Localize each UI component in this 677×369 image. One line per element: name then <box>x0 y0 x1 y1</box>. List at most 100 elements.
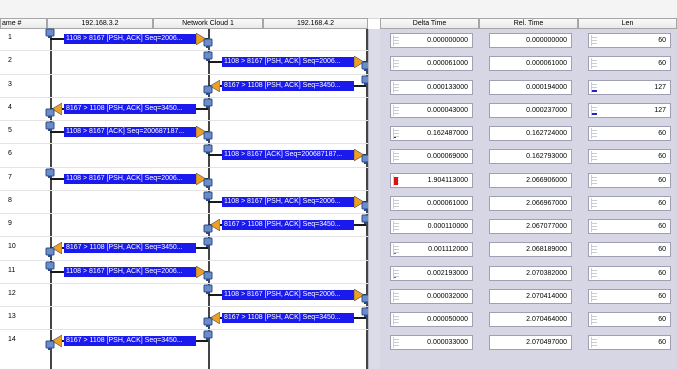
packet-label[interactable]: 1108 > 8167 [PSH, ACK] Seq=2006... <box>64 173 196 184</box>
row-separator <box>0 213 368 214</box>
scale-marks <box>393 197 399 209</box>
rel-cell: 0.162793000 <box>489 149 572 165</box>
flow-arrow[interactable]: 8167 > 1108 [PSH, ACK] Seq=3450... <box>208 79 366 92</box>
len-cell: 60 <box>588 288 671 304</box>
rel-value: 2.068189000 <box>526 246 567 254</box>
rel-cell: 0.162724000 <box>489 126 572 141</box>
flow-arrow[interactable]: 1108 > 8167 [PSH, ACK] Seq=2006... <box>208 56 366 69</box>
packet-label[interactable]: 8167 > 1108 [PSH, ACK] Seq=3450... <box>222 313 354 323</box>
row-separator <box>0 143 368 145</box>
len-cell: 60 <box>588 265 671 281</box>
frame-number: 13 <box>8 313 16 320</box>
packet-label[interactable]: 1108 > 8167 [PSH, ACK] Seq=2006... <box>222 196 354 207</box>
flow-arrow[interactable]: 1108 > 8167 [PSH, ACK] Seq=2006... <box>50 172 208 185</box>
flow-arrow[interactable]: 8167 > 1108 [PSH, ACK] Seq=3450... <box>208 219 366 231</box>
scale-marks <box>591 290 597 302</box>
row-separator <box>0 236 368 238</box>
col-header-delta-time[interactable]: Delta Time <box>380 18 479 29</box>
pane-splitter[interactable] <box>368 29 380 369</box>
packet-label[interactable]: 1108 > 8167 [PSH, ACK] Seq=2006... <box>222 57 354 68</box>
scale-marks <box>393 58 399 70</box>
network-node-icon <box>203 51 213 62</box>
flow-arrow[interactable]: 8167 > 1108 [PSH, ACK] Seq=3450... <box>50 102 208 115</box>
network-node-icon <box>203 284 213 294</box>
len-value: 60 <box>658 130 666 137</box>
rel-cell: 2.070414000 <box>489 288 572 304</box>
delta-value: 1.904113000 <box>427 176 468 184</box>
col-header-cloud[interactable]: Network Cloud 1 <box>153 18 263 29</box>
row-separator <box>0 259 368 261</box>
packet-label[interactable]: 8167 > 1108 [PSH, ACK] Seq=3450... <box>222 80 354 91</box>
packet-label[interactable]: 1108 > 8167 [PSH, ACK] Seq=2006... <box>64 266 196 277</box>
delta-cell: 0.000050000 <box>390 312 473 327</box>
rel-cell: 2.066967000 <box>489 195 572 211</box>
delta-bar <box>394 137 396 138</box>
packet-label[interactable]: 1108 > 8167 [ACK] Seq=200687187... <box>64 127 196 137</box>
len-value: 60 <box>658 292 666 300</box>
network-node-icon <box>45 28 55 38</box>
flow-arrow[interactable]: 8167 > 1108 [PSH, ACK] Seq=3450... <box>50 335 208 348</box>
len-value: 127 <box>654 106 666 114</box>
len-cell: 60 <box>588 219 671 234</box>
flow-arrow[interactable]: 1108 > 8167 [PSH, ACK] Seq=2006... <box>208 288 366 301</box>
packet-label[interactable]: 8167 > 1108 [PSH, ACK] Seq=3450... <box>64 103 196 114</box>
col-header-host-a[interactable]: 192.168.3.2 <box>47 18 153 29</box>
flow-arrow[interactable]: 8167 > 1108 [PSH, ACK] Seq=3450... <box>208 312 366 324</box>
delta-bar <box>394 276 396 278</box>
len-bar <box>592 112 597 115</box>
col-header-host-b[interactable]: 192.168.4.2 <box>263 18 368 29</box>
delta-time-column: 0.000000000 0.000061000 0.000133000 0.00004… <box>380 29 479 369</box>
len-cell: 60 <box>588 172 671 188</box>
delta-cell: 1.904113000 <box>390 172 473 188</box>
packet-label[interactable]: 8167 > 1108 [PSH, ACK] Seq=3450... <box>64 243 196 254</box>
flow-arrow[interactable]: 8167 > 1108 [PSH, ACK] Seq=3450... <box>50 242 208 255</box>
rel-value: 0.000000000 <box>526 37 567 44</box>
rel-cell: 2.070464000 <box>489 312 572 327</box>
flow-arrow[interactable]: 1108 > 8167 [PSH, ACK] Seq=2006... <box>50 265 208 278</box>
rel-cell: 2.067077000 <box>489 219 572 234</box>
frame-number: 11 <box>8 266 16 274</box>
flow-arrow[interactable]: 1108 > 8167 [ACK] Seq=200687187... <box>50 126 208 138</box>
packet-label[interactable]: 8167 > 1108 [PSH, ACK] Seq=3450... <box>222 220 354 230</box>
scale-marks <box>393 337 399 349</box>
delta-cell: 0.000032000 <box>390 288 473 304</box>
row-separator <box>0 73 368 75</box>
rel-value: 2.070464000 <box>526 316 567 323</box>
row-separator <box>0 120 368 121</box>
network-node-icon <box>45 168 55 178</box>
delta-value: 0.000032000 <box>427 292 468 300</box>
flow-arrow[interactable]: 1108 > 8167 [PSH, ACK] Seq=2006... <box>208 195 366 208</box>
packet-label[interactable]: 1108 > 8167 [PSH, ACK] Seq=2006... <box>64 34 196 44</box>
delta-cell: 0.000061000 <box>390 195 473 211</box>
col-header-frame[interactable]: ame # <box>0 18 47 29</box>
delta-value: 0.000069000 <box>427 153 468 161</box>
rel-value: 2.067077000 <box>526 223 567 230</box>
rel-value: 2.066906000 <box>526 176 567 184</box>
network-node-icon <box>45 121 55 131</box>
packet-label[interactable]: 1108 > 8167 [PSH, ACK] Seq=2006... <box>222 289 354 300</box>
delta-cell: 0.000110000 <box>390 219 473 234</box>
frame-number: 7 <box>8 173 12 181</box>
flow-arrow[interactable]: 1108 > 8167 [ACK] Seq=200687187... <box>208 149 366 162</box>
row-separator <box>0 189 368 191</box>
col-header-rel-time[interactable]: Rel. Time <box>479 18 578 29</box>
delta-cell: 0.002193000 <box>390 265 473 281</box>
flow-arrow[interactable]: 1108 > 8167 [PSH, ACK] Seq=2006... <box>50 33 208 45</box>
len-cell: 60 <box>588 33 671 48</box>
scale-marks <box>393 151 399 163</box>
len-value: 60 <box>658 176 666 184</box>
delta-value: 0.000110000 <box>427 223 468 230</box>
rel-value: 0.162793000 <box>526 153 567 161</box>
row-separator <box>0 166 368 168</box>
network-node-icon <box>203 317 213 327</box>
network-node-icon <box>45 108 55 118</box>
packet-label[interactable]: 1108 > 8167 [ACK] Seq=200687187... <box>222 150 354 161</box>
scale-marks <box>591 267 597 279</box>
flow-diagram: 1 1108 > 8167 [PSH, ACK] Seq=2006... 2 1108… <box>0 28 371 369</box>
scale-marks <box>393 104 399 116</box>
frame-number: 5 <box>8 127 12 134</box>
rel-cell: 0.000237000 <box>489 102 572 118</box>
packet-label[interactable]: 8167 > 1108 [PSH, ACK] Seq=3450... <box>64 336 196 347</box>
col-header-len[interactable]: Len <box>578 18 677 29</box>
scale-marks <box>591 244 597 256</box>
